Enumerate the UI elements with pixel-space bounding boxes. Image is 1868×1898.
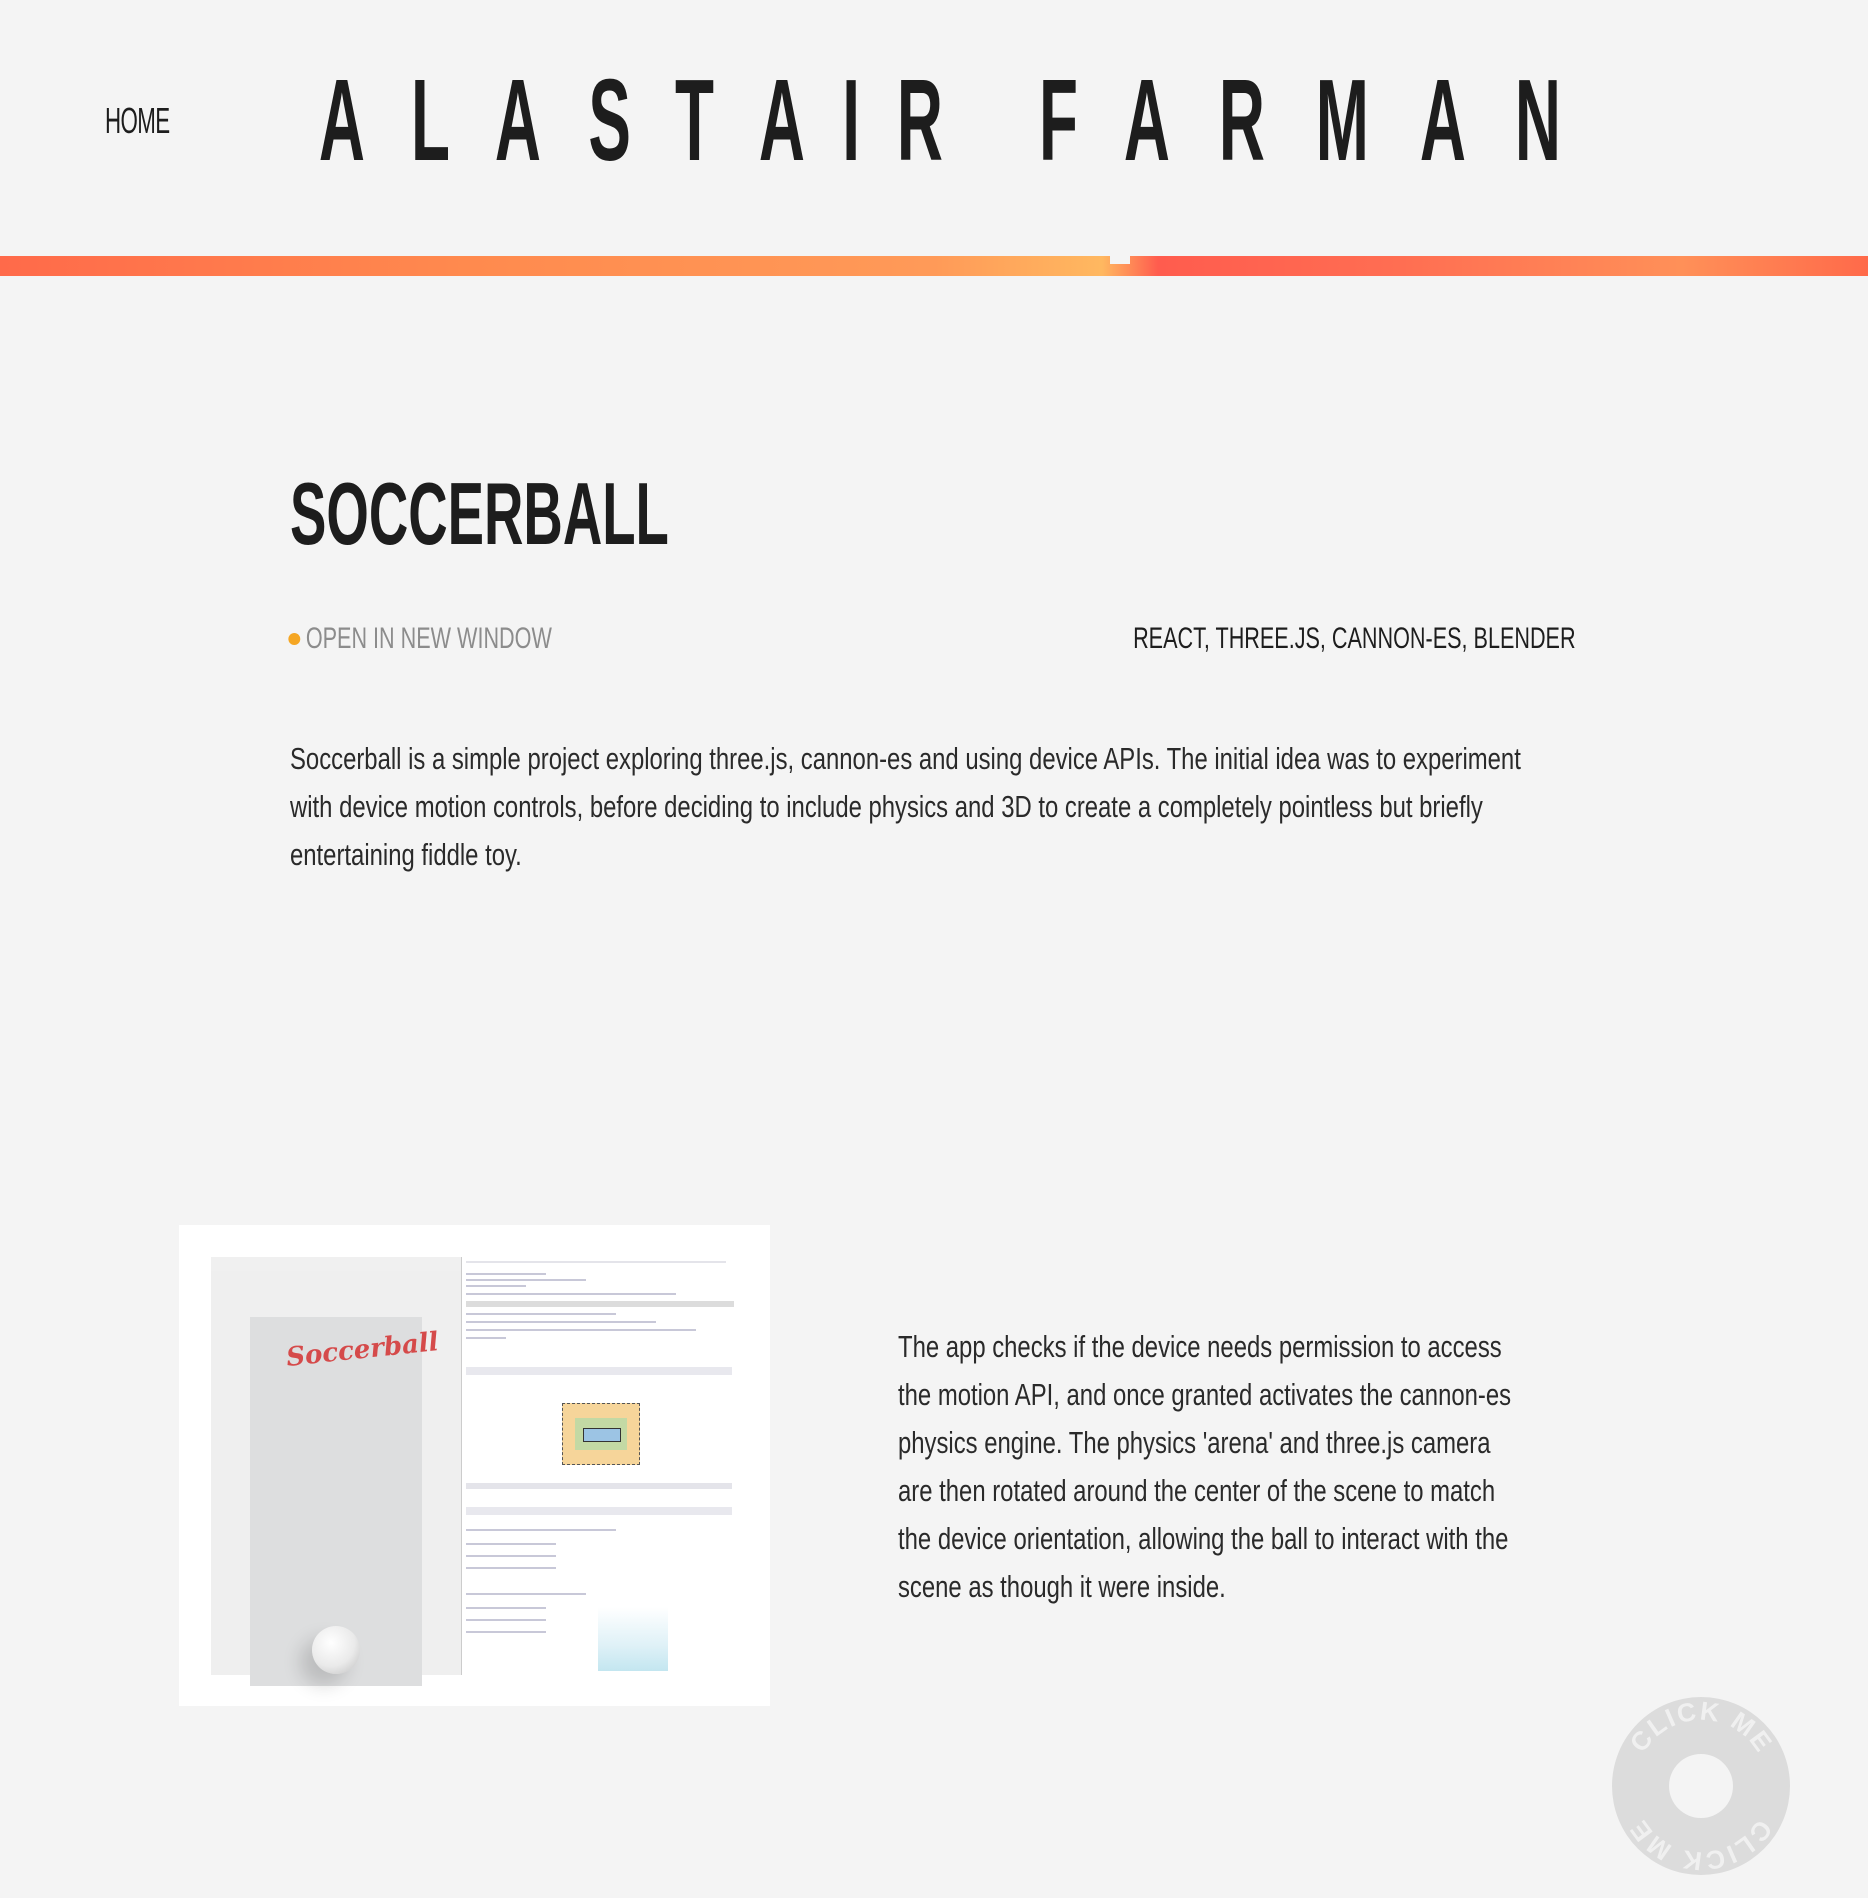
timezone-row [466,1567,556,1569]
badge-text-2: CLICK ME [1623,1814,1777,1875]
site-title-letter: A [318,55,365,185]
soccerball-logo: Soccerball [284,1327,440,1373]
simulator-area: Soccerball [211,1271,461,1686]
devtools-tabs [466,1261,726,1263]
bullet-dot-icon [288,633,301,645]
project-intro: Soccerball is a simple project exploring… [290,735,1568,879]
site-title-letter: A [1123,55,1170,185]
filter-row [466,1483,732,1489]
tech-stack: REACT, THREE.JS, CANNON-ES, BLENDER [1133,622,1576,655]
site-title-letter: N [1514,55,1561,185]
orientation-preview [598,1607,668,1671]
code-line [466,1279,586,1281]
site-title-letter: A [495,55,542,185]
site-title-letter: F [1039,55,1079,185]
latitude-row [466,1543,556,1545]
svg-text:CLICK ME: CLICK ME [1623,1814,1779,1875]
longitude-row [466,1555,556,1557]
phone-preview: Soccerball [250,1317,440,1686]
devtools-panel [461,1257,738,1675]
beta-row [466,1619,546,1621]
click-me-ring-text: CLICK ME CLICK ME [1623,1697,1780,1875]
code-line-selected [466,1301,734,1307]
code-line [466,1273,546,1275]
site-title-letter: L [410,55,450,185]
screenshot-frame: Soccerball [211,1257,738,1686]
code-line [466,1321,656,1323]
site-title-letter: R [1218,55,1265,185]
location-row [466,1529,616,1531]
site-title-letter: S [588,55,631,185]
site-header: HOME A L A S T A I R F A R M A N [0,0,1868,256]
open-link-label: OPEN IN NEW WINDOW [305,622,552,655]
site-title-letter: T [674,55,714,185]
site-title: A L A S T A I R F A R M A N [300,62,1580,178]
sensors-tabs [466,1507,732,1515]
orientation-row [466,1593,586,1595]
code-line [466,1285,526,1287]
site-title-letter: A [1420,55,1467,185]
badge-text-1: CLICK ME [1624,1697,1778,1758]
site-title-letter: A [759,55,806,185]
project-title: SOCCERBALL [290,464,669,563]
code-line [466,1313,616,1315]
intro-paragraph: Soccerball is a simple project exploring… [290,741,1521,872]
open-in-new-window-link[interactable]: OPEN IN NEW WINDOW [288,622,552,656]
soccer-ball-image [312,1626,360,1674]
code-line [466,1337,506,1339]
project-screenshot: Soccerball [179,1225,770,1706]
description-paragraph: The app checks if the device needs permi… [898,1329,1512,1604]
code-line [466,1293,676,1295]
click-me-badge[interactable]: CLICK ME CLICK ME [1612,1697,1790,1875]
alpha-row [466,1607,546,1609]
site-title-letter: I [842,55,861,185]
simulator-toolbar [211,1257,461,1272]
code-line [466,1329,696,1331]
site-title-letter: R [896,55,943,185]
header-gradient-bar [0,256,1868,276]
gamma-row [466,1631,546,1633]
svg-text:CLICK ME: CLICK ME [1624,1697,1780,1758]
home-link[interactable]: HOME [105,100,170,142]
word-gap [982,62,1004,178]
box-model-diagram [562,1403,640,1465]
project-description: The app checks if the device needs permi… [898,1323,1514,1611]
site-title-letter: M [1315,55,1369,185]
styles-tabs [466,1367,732,1375]
